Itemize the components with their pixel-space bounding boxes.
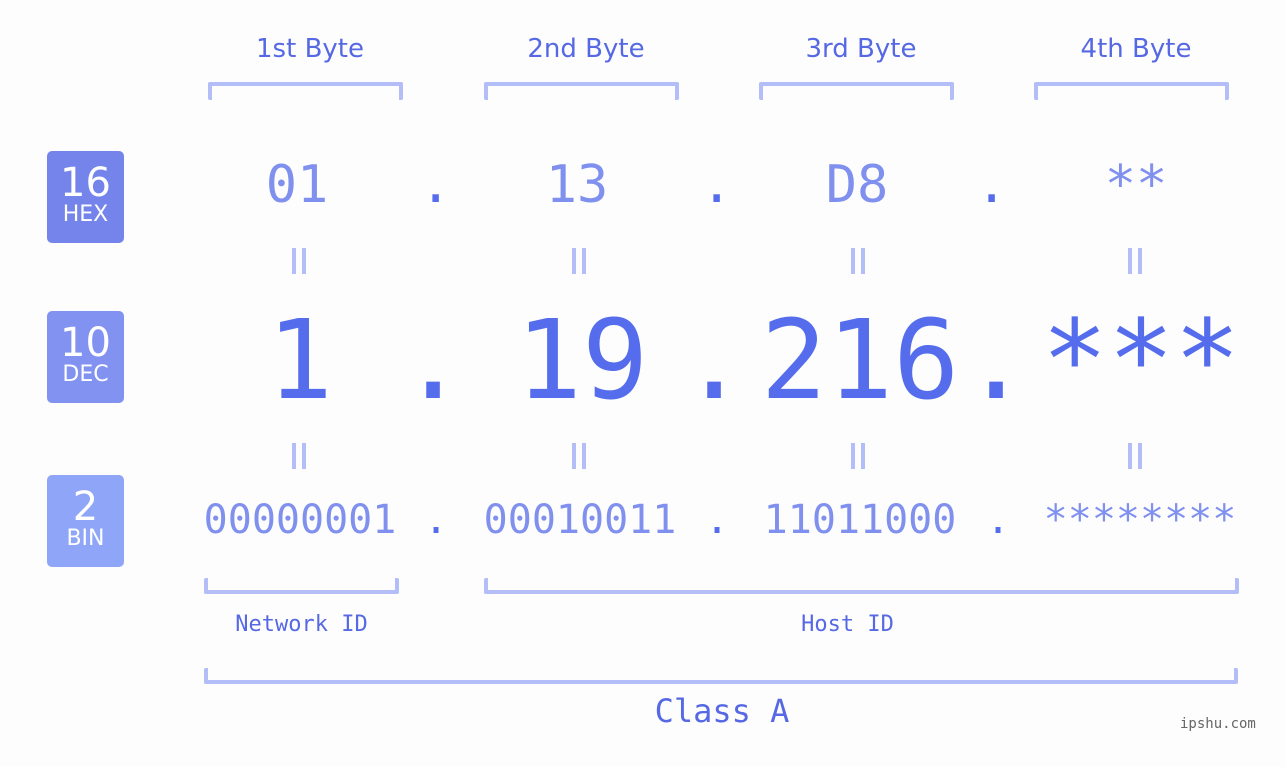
equals-sign bbox=[1128, 443, 1148, 469]
byte-header-4: 4th Byte bbox=[1080, 34, 1192, 64]
dec-badge-number: 10 bbox=[60, 320, 111, 366]
hex-byte-2: 13 bbox=[545, 155, 609, 215]
network-id-label: Network ID bbox=[235, 612, 368, 637]
hex-badge-number: 16 bbox=[60, 160, 111, 206]
watermark: ipshu.com bbox=[1180, 716, 1256, 732]
byte-bracket-2 bbox=[484, 82, 679, 100]
class-bracket bbox=[204, 668, 1238, 684]
byte-header-3: 3rd Byte bbox=[805, 34, 917, 64]
byte-header-2: 2nd Byte bbox=[527, 34, 645, 64]
dec-badge-label: DEC bbox=[62, 362, 109, 387]
equals-sign bbox=[292, 443, 312, 469]
class-label: Class A bbox=[654, 692, 790, 730]
bin-byte-2: 00010011 bbox=[483, 497, 677, 543]
bin-byte-4: ******** bbox=[1043, 497, 1237, 543]
byte-bracket-4 bbox=[1034, 82, 1229, 100]
bin-byte-3: 11011000 bbox=[763, 497, 957, 543]
hex-byte-3: D8 bbox=[825, 155, 889, 215]
bin-badge-number: 2 bbox=[72, 484, 99, 530]
bin-badge: 2 BIN bbox=[47, 475, 124, 567]
bin-separator-1: . bbox=[424, 497, 449, 543]
bin-separator-2: . bbox=[705, 497, 730, 543]
bin-byte-1: 00000001 bbox=[203, 497, 397, 543]
equals-sign bbox=[1128, 248, 1148, 274]
equals-sign bbox=[292, 248, 312, 274]
hex-separator-1: . bbox=[420, 155, 452, 215]
equals-sign bbox=[851, 443, 871, 469]
equals-sign bbox=[851, 248, 871, 274]
bin-separator-3: . bbox=[986, 497, 1011, 543]
dec-badge: 10 DEC bbox=[47, 311, 124, 403]
bin-badge-label: BIN bbox=[66, 526, 105, 551]
hex-byte-1: 01 bbox=[265, 155, 329, 215]
dec-byte-3: 216 bbox=[760, 296, 960, 424]
hex-separator-3: . bbox=[976, 155, 1008, 215]
dec-byte-4: *** bbox=[1041, 296, 1241, 424]
dec-byte-2: 19 bbox=[515, 296, 649, 424]
dec-byte-1: 1 bbox=[266, 296, 334, 424]
host-id-bracket bbox=[484, 578, 1239, 594]
hex-badge: 16 HEX bbox=[47, 151, 124, 243]
byte-header-1: 1st Byte bbox=[256, 34, 364, 64]
network-id-bracket bbox=[204, 578, 399, 594]
host-id-label: Host ID bbox=[801, 612, 894, 637]
hex-byte-4: ** bbox=[1104, 155, 1168, 215]
hex-separator-2: . bbox=[701, 155, 733, 215]
byte-bracket-1 bbox=[208, 82, 403, 100]
hex-badge-label: HEX bbox=[62, 202, 109, 227]
equals-sign bbox=[572, 443, 592, 469]
byte-bracket-3 bbox=[759, 82, 954, 100]
equals-sign bbox=[572, 248, 592, 274]
